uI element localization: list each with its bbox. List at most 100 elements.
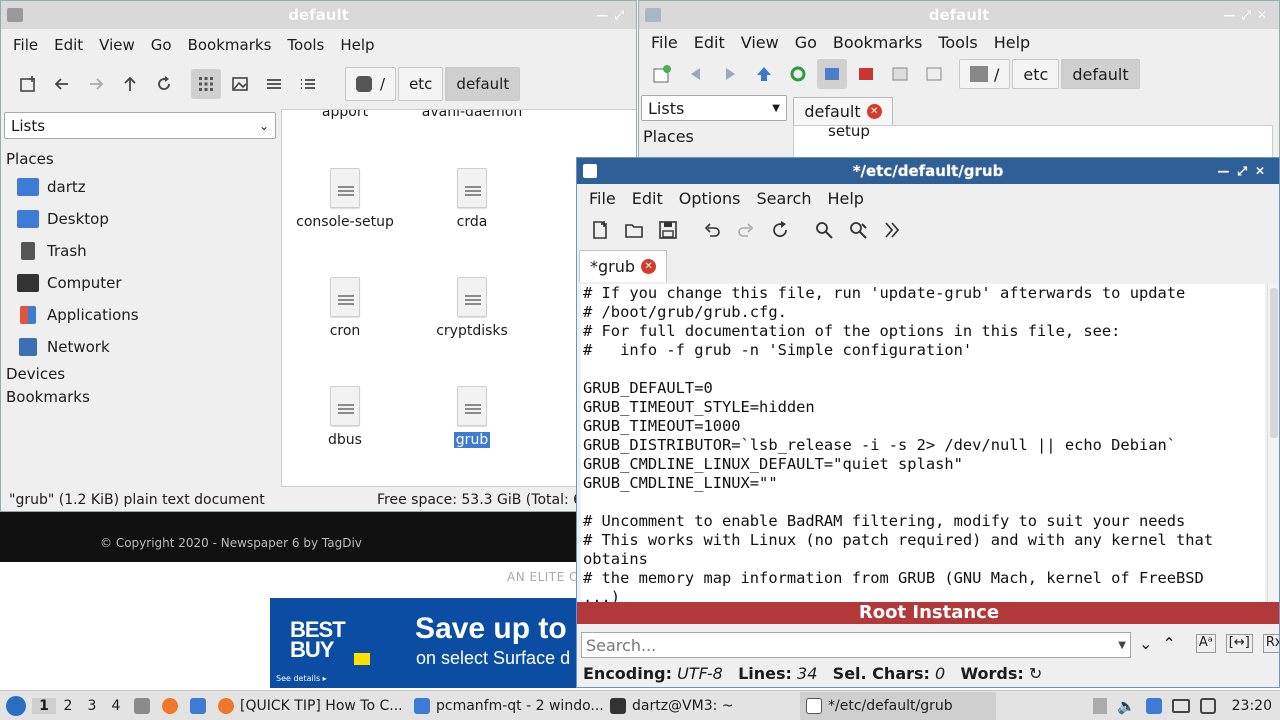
file-dbus[interactable]: dbus [282, 386, 410, 448]
task-terminal[interactable]: dartz@VM3: ~ [604, 692, 800, 720]
scrollbar-thumb[interactable] [1270, 288, 1278, 438]
task-pcmanfm[interactable]: pcmanfm-qt - 2 windo... [408, 692, 604, 720]
forward-button[interactable] [715, 59, 745, 89]
start-menu-button[interactable] [0, 692, 32, 720]
thumbnail-view-button[interactable] [851, 59, 881, 89]
file-avahi-daemon[interactable]: avahi-daemon [407, 110, 537, 120]
titlebar[interactable]: default —⤢ [1, 1, 636, 29]
menu-edit[interactable]: Edit [624, 189, 671, 208]
side-pane-select[interactable]: Lists ▼ [641, 95, 787, 121]
up-arrow-icon[interactable] [115, 69, 145, 99]
update-notifier-icon[interactable] [1145, 697, 1162, 714]
bestbuy-ad[interactable]: BEST BUY Save up to on select Surface d S… [270, 598, 590, 688]
side-pane-select[interactable]: Lists ⌄ [4, 112, 276, 139]
open-folder-icon[interactable] [619, 215, 649, 245]
regex-icon[interactable]: Rx [1262, 634, 1279, 653]
place-dartz[interactable]: dartz [1, 171, 276, 203]
quicklaunch-firefox[interactable] [156, 692, 184, 720]
menu-file[interactable]: File [643, 33, 686, 52]
clipboard-icon[interactable] [1092, 697, 1107, 714]
titlebar[interactable]: */etc/default/grub —⤢✕ [577, 158, 1279, 184]
file-console-setup[interactable]: console-setup [282, 168, 410, 230]
place-computer[interactable]: Computer [1, 267, 276, 299]
menu-view[interactable]: View [91, 36, 143, 54]
file-crda[interactable]: crda [407, 168, 537, 230]
window-controls[interactable]: —⤢ [596, 1, 630, 29]
icon-view-button[interactable] [817, 59, 847, 89]
new-file-icon[interactable] [585, 215, 615, 245]
new-tab-icon[interactable] [13, 69, 43, 99]
file-cryptdisks[interactable]: cryptdisks [407, 277, 537, 339]
menu-tools[interactable]: Tools [279, 36, 332, 54]
workspace-1[interactable]: 1 [32, 697, 56, 714]
task-firefox[interactable]: [QUICK TIP] How To C... [212, 692, 408, 720]
detailed-list-icon[interactable] [293, 69, 323, 99]
ad-details-link[interactable]: See details ▸ [276, 674, 327, 683]
quicklaunch-desktop[interactable] [184, 692, 212, 720]
menu-file[interactable]: File [581, 189, 624, 208]
reload-icon[interactable] [765, 215, 795, 245]
menu-edit[interactable]: Edit [46, 36, 91, 54]
breadcrumb-default[interactable]: default [1061, 59, 1140, 89]
menu-search[interactable]: Search [749, 189, 820, 208]
menu-help[interactable]: Help [332, 36, 382, 54]
go-to-line-icon[interactable] [877, 215, 907, 245]
window-controls[interactable]: —⤢✕ [1217, 158, 1273, 184]
quicklaunch-filemanager[interactable] [128, 692, 156, 720]
close-tab-icon[interactable]: ✕ [866, 104, 882, 119]
place-applications[interactable]: Applications [1, 299, 276, 331]
reload-button[interactable] [783, 59, 813, 89]
menu-go[interactable]: Go [143, 36, 180, 54]
search-input[interactable]: Search... ▼ [581, 632, 1131, 658]
redo-icon[interactable] [731, 215, 761, 245]
menu-edit[interactable]: Edit [686, 33, 733, 52]
reload-icon[interactable] [149, 69, 179, 99]
workspace-4[interactable]: 4 [104, 698, 128, 714]
new-tab-button[interactable] [647, 59, 677, 89]
breadcrumb-etc[interactable]: etc [398, 67, 444, 101]
icon-view-icon[interactable] [191, 69, 221, 99]
compact-view-button[interactable] [885, 59, 915, 89]
save-icon[interactable] [653, 215, 683, 245]
titlebar[interactable]: default —⤢✕ [639, 1, 1279, 29]
breadcrumb-etc[interactable]: etc [1012, 59, 1060, 89]
replace-icon[interactable] [843, 215, 873, 245]
search-history-arrow-icon[interactable]: ▼ [1118, 640, 1126, 651]
breadcrumb-root[interactable]: / [345, 67, 397, 101]
network-monitor-icon[interactable] [1171, 698, 1190, 713]
scrollbar[interactable] [1267, 284, 1279, 602]
find-previous-icon[interactable]: ⌃ [1162, 634, 1175, 653]
menu-go[interactable]: Go [787, 33, 825, 52]
match-case-icon[interactable]: Aᵃ [1195, 634, 1216, 653]
place-desktop[interactable]: Desktop [1, 203, 276, 235]
clock[interactable]: 23:20 [1232, 698, 1272, 714]
workspace-3[interactable]: 3 [80, 698, 104, 714]
menu-view[interactable]: View [733, 33, 787, 52]
tab-grub[interactable]: *grub ✕ [579, 250, 667, 282]
back-arrow-icon[interactable] [47, 69, 77, 99]
code-editor[interactable]: # If you change this file, run 'update-g… [581, 284, 1265, 602]
task-featherpad[interactable]: */etc/default/grub [800, 691, 996, 720]
whole-word-icon[interactable]: [↔] [1225, 634, 1253, 653]
back-button[interactable] [681, 59, 711, 89]
place-network[interactable]: Network [1, 331, 276, 363]
thumbnail-view-icon[interactable] [225, 69, 255, 99]
compact-view-icon[interactable] [259, 69, 289, 99]
window-controls[interactable]: —⤢✕ [1223, 1, 1273, 29]
menu-help[interactable]: Help [819, 189, 871, 208]
up-button[interactable] [749, 59, 779, 89]
refresh-words-icon[interactable]: ↻ [1029, 664, 1042, 683]
menu-help[interactable]: Help [986, 33, 1038, 52]
forward-arrow-icon[interactable] [81, 69, 111, 99]
menu-options[interactable]: Options [671, 189, 749, 208]
find-icon[interactable] [809, 215, 839, 245]
breadcrumb-default[interactable]: default [445, 67, 521, 101]
file-cron[interactable]: cron [282, 277, 410, 339]
detailed-view-button[interactable] [919, 59, 949, 89]
tab-default[interactable]: default ✕ [793, 97, 893, 125]
close-tab-icon[interactable]: ✕ [641, 259, 657, 274]
find-next-icon[interactable]: ⌄ [1139, 634, 1152, 653]
file-apport[interactable]: apport [282, 110, 410, 120]
volume-icon[interactable]: 🔈 [1117, 697, 1136, 715]
workspace-2[interactable]: 2 [56, 698, 80, 714]
